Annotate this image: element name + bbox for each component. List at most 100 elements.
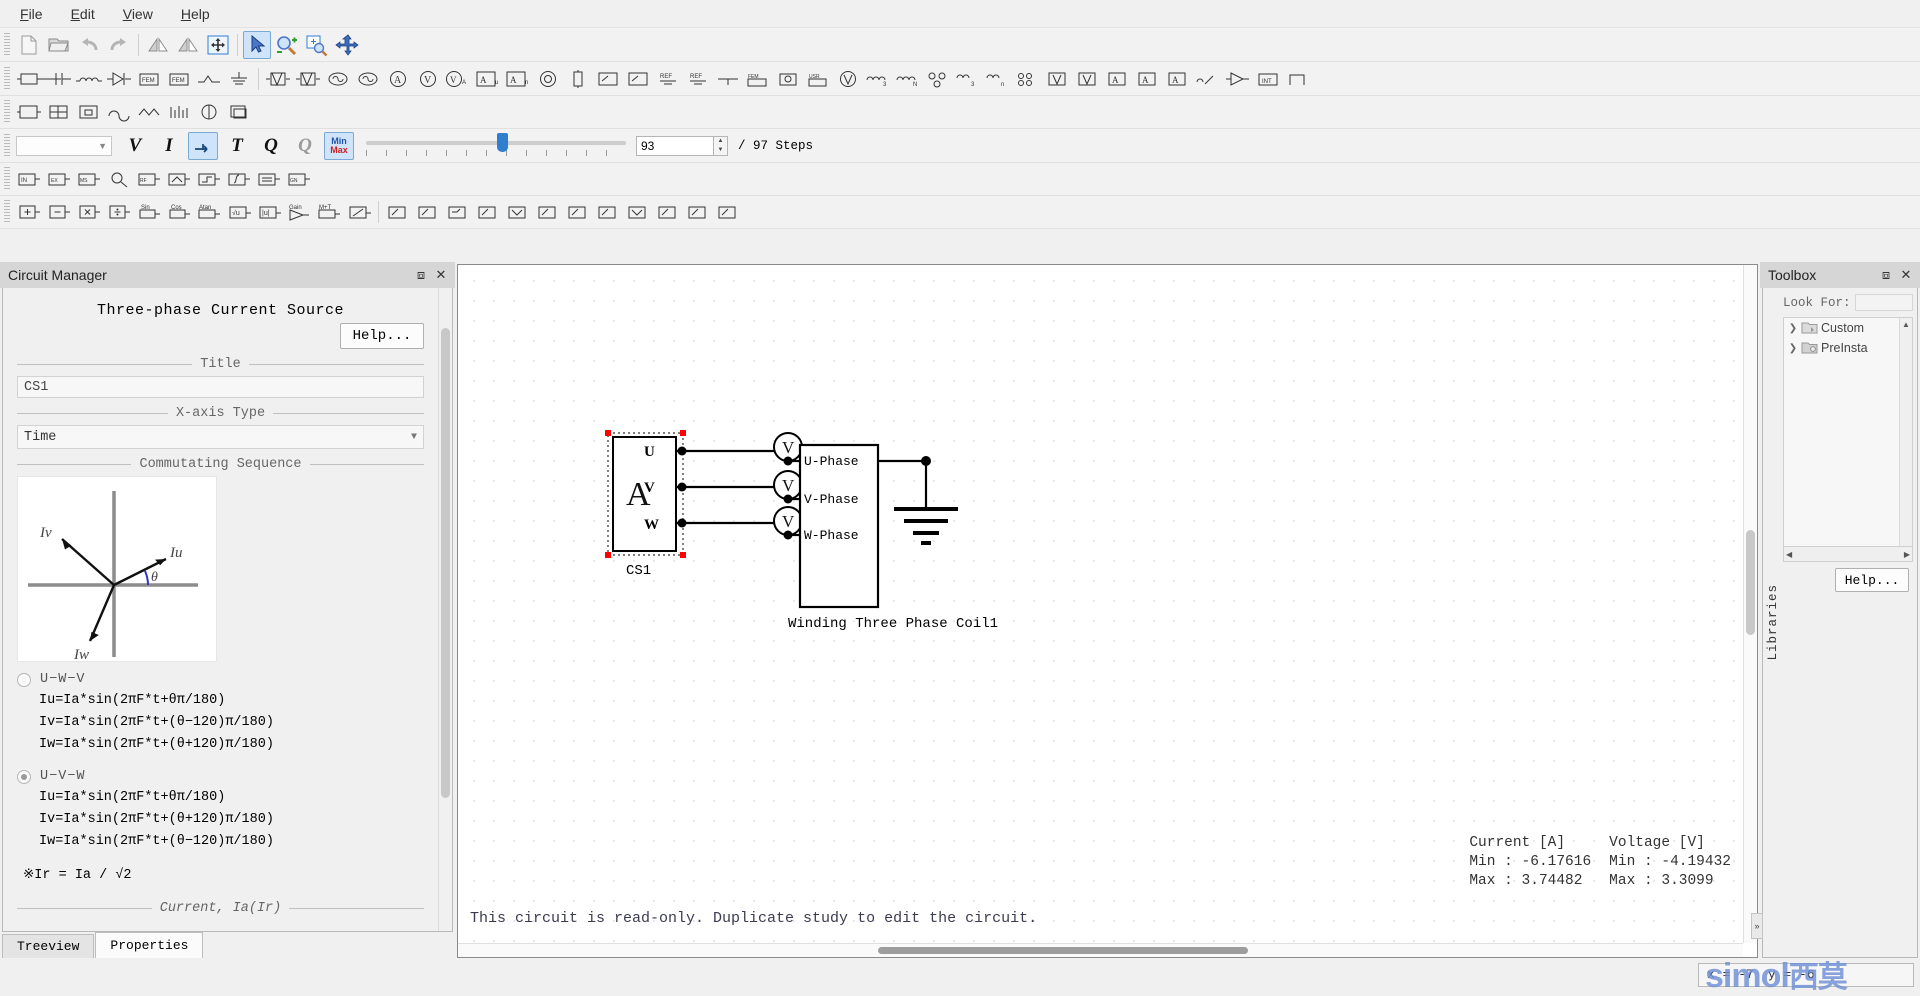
menu-view[interactable]: View [111,2,165,26]
limit-block-icon[interactable] [165,165,193,193]
scroll-left-icon[interactable]: ◀ [1786,550,1792,559]
radio-u-v-w[interactable] [17,769,31,784]
library-tree-horizontal-scrollbar[interactable]: ◀ ▶ [1783,547,1913,562]
zoom-region-button[interactable] [303,31,331,59]
xaxis-type-select[interactable]: Time ▼ [17,425,424,449]
sqrt-block-icon[interactable]: √u [225,198,253,226]
flip-horizontal-button[interactable] [144,31,172,59]
three-phase-source-icon[interactable]: Au [474,65,502,93]
three-phase-source-alt-icon[interactable]: An [504,65,532,93]
toolbar-grip[interactable] [4,167,10,191]
torque-display-button[interactable]: T [222,132,252,160]
toolbar-grip[interactable] [4,100,10,124]
circuit-manager-scrollbar[interactable] [438,288,452,931]
int-in-block-icon[interactable]: IN [15,165,43,193]
transformer-icon[interactable] [534,65,562,93]
menu-file[interactable]: File [8,2,55,26]
ac-source-alt-icon[interactable] [354,65,382,93]
winding-3b-icon[interactable]: 3 [954,65,982,93]
fem-coupling-icon[interactable]: FEM [744,65,772,93]
resistor-icon[interactable] [15,65,61,93]
three-phase-a-icon[interactable]: A [1104,65,1132,93]
step-slider[interactable] [366,132,626,160]
scroll-right-icon[interactable]: ▶ [1904,550,1910,559]
gain-amp-icon[interactable]: Gain [285,198,313,226]
logic-block-6-icon[interactable] [534,198,562,226]
open-file-button[interactable] [45,31,73,59]
int-block-icon[interactable]: INT [1254,65,1282,93]
bars-icon[interactable] [165,98,193,126]
logic-block-12-icon[interactable] [714,198,742,226]
commutating-option-u-v-w[interactable]: U−V−W [17,769,424,784]
dock-expander-icon[interactable]: » [1751,913,1763,939]
library-tree[interactable]: ❯ Custom ❯ PreInsta ▲ [1783,317,1913,547]
mesh-block-icon[interactable]: MS [75,165,103,193]
logic-block-4-icon[interactable] [474,198,502,226]
look-for-input[interactable] [1854,294,1913,311]
inductor-icon[interactable] [75,65,103,93]
charge-display-button[interactable]: Q [256,132,286,160]
compare-block-icon[interactable] [255,165,283,193]
step-spinner[interactable]: ▲ ▼ [714,135,728,156]
logic-block-8-icon[interactable] [594,198,622,226]
probe-display-button[interactable] [188,131,218,160]
step-spinner-up-icon[interactable]: ▲ [714,137,727,146]
three-phase-v-icon[interactable] [1044,65,1072,93]
logic-block-1-icon[interactable] [384,198,412,226]
undo-button[interactable] [75,31,103,59]
new-file-button[interactable] [15,31,43,59]
logic-block-7-icon[interactable] [564,198,592,226]
redo-button[interactable] [105,31,133,59]
fem-element-icon[interactable]: FEM [135,65,163,93]
toolbar-grip[interactable] [4,133,10,158]
fem-coil-icon[interactable]: FEM [165,65,193,93]
help-button[interactable]: Help... [340,323,424,349]
switch-block-icon[interactable] [594,65,622,93]
sin-block-icon[interactable]: Sin [135,198,163,226]
ac-source-icon[interactable] [324,65,352,93]
step-input[interactable]: 93 [636,135,714,156]
three-phase-network-icon[interactable] [1014,65,1042,93]
ext-block-icon[interactable]: EX [45,165,73,193]
chevron-right-icon[interactable]: ❯ [1788,343,1798,354]
voltmeter-icon[interactable]: V [414,65,442,93]
flip-vertical-button[interactable] [174,31,202,59]
float-panel-icon[interactable]: ⧈ [1876,265,1896,285]
ref-block-icon[interactable]: RF [135,165,163,193]
chevron-right-icon[interactable]: ❯ [1788,323,1798,334]
multiply-block-icon[interactable] [75,198,103,226]
pan-move-button[interactable] [333,31,361,59]
three-phase-v2-icon[interactable] [1074,65,1102,93]
select-tool-button[interactable] [243,30,271,59]
result-selector-combo[interactable]: ▼ [16,135,112,156]
step-spinner-down-icon[interactable]: ▼ [714,146,727,155]
reference-icon[interactable]: REF [654,65,682,93]
divide-block-icon[interactable] [105,198,133,226]
atan-block-icon[interactable]: Atan [195,198,223,226]
charge-alt-display-button[interactable]: Q [290,132,320,160]
tab-properties[interactable]: Properties [95,932,204,958]
scroll-up-icon[interactable]: ▲ [1902,320,1910,329]
subtract-block-icon[interactable] [45,198,73,226]
canvas-horizontal-scrollbar[interactable] [458,943,1743,957]
block-grid-icon[interactable] [45,98,73,126]
generic-source-icon[interactable] [834,65,862,93]
search-block-icon[interactable] [105,165,133,193]
current-display-button[interactable]: I [154,132,184,160]
voltage-display-button[interactable]: V [120,132,150,160]
meter-link-icon[interactable] [1194,65,1222,93]
wire-icon[interactable] [195,65,223,93]
fit-window-button[interactable] [204,31,232,59]
curve-icon[interactable] [105,98,133,126]
tree-item-preinstalled[interactable]: ❯ PreInsta [1784,338,1912,358]
tab-treeview[interactable]: Treeview [2,934,95,958]
winding-n-icon[interactable]: N [894,65,922,93]
menu-help[interactable]: Help [169,2,222,26]
corner-wire-icon[interactable] [1284,65,1312,93]
logic-block-11-icon[interactable] [684,198,712,226]
canvas-vertical-scrollbar-thumb[interactable] [1746,530,1755,635]
waveform-icon[interactable] [135,98,163,126]
logic-block-5-icon[interactable] [504,198,532,226]
close-panel-icon[interactable]: ✕ [1896,265,1916,285]
amplifier-icon[interactable] [1224,65,1252,93]
